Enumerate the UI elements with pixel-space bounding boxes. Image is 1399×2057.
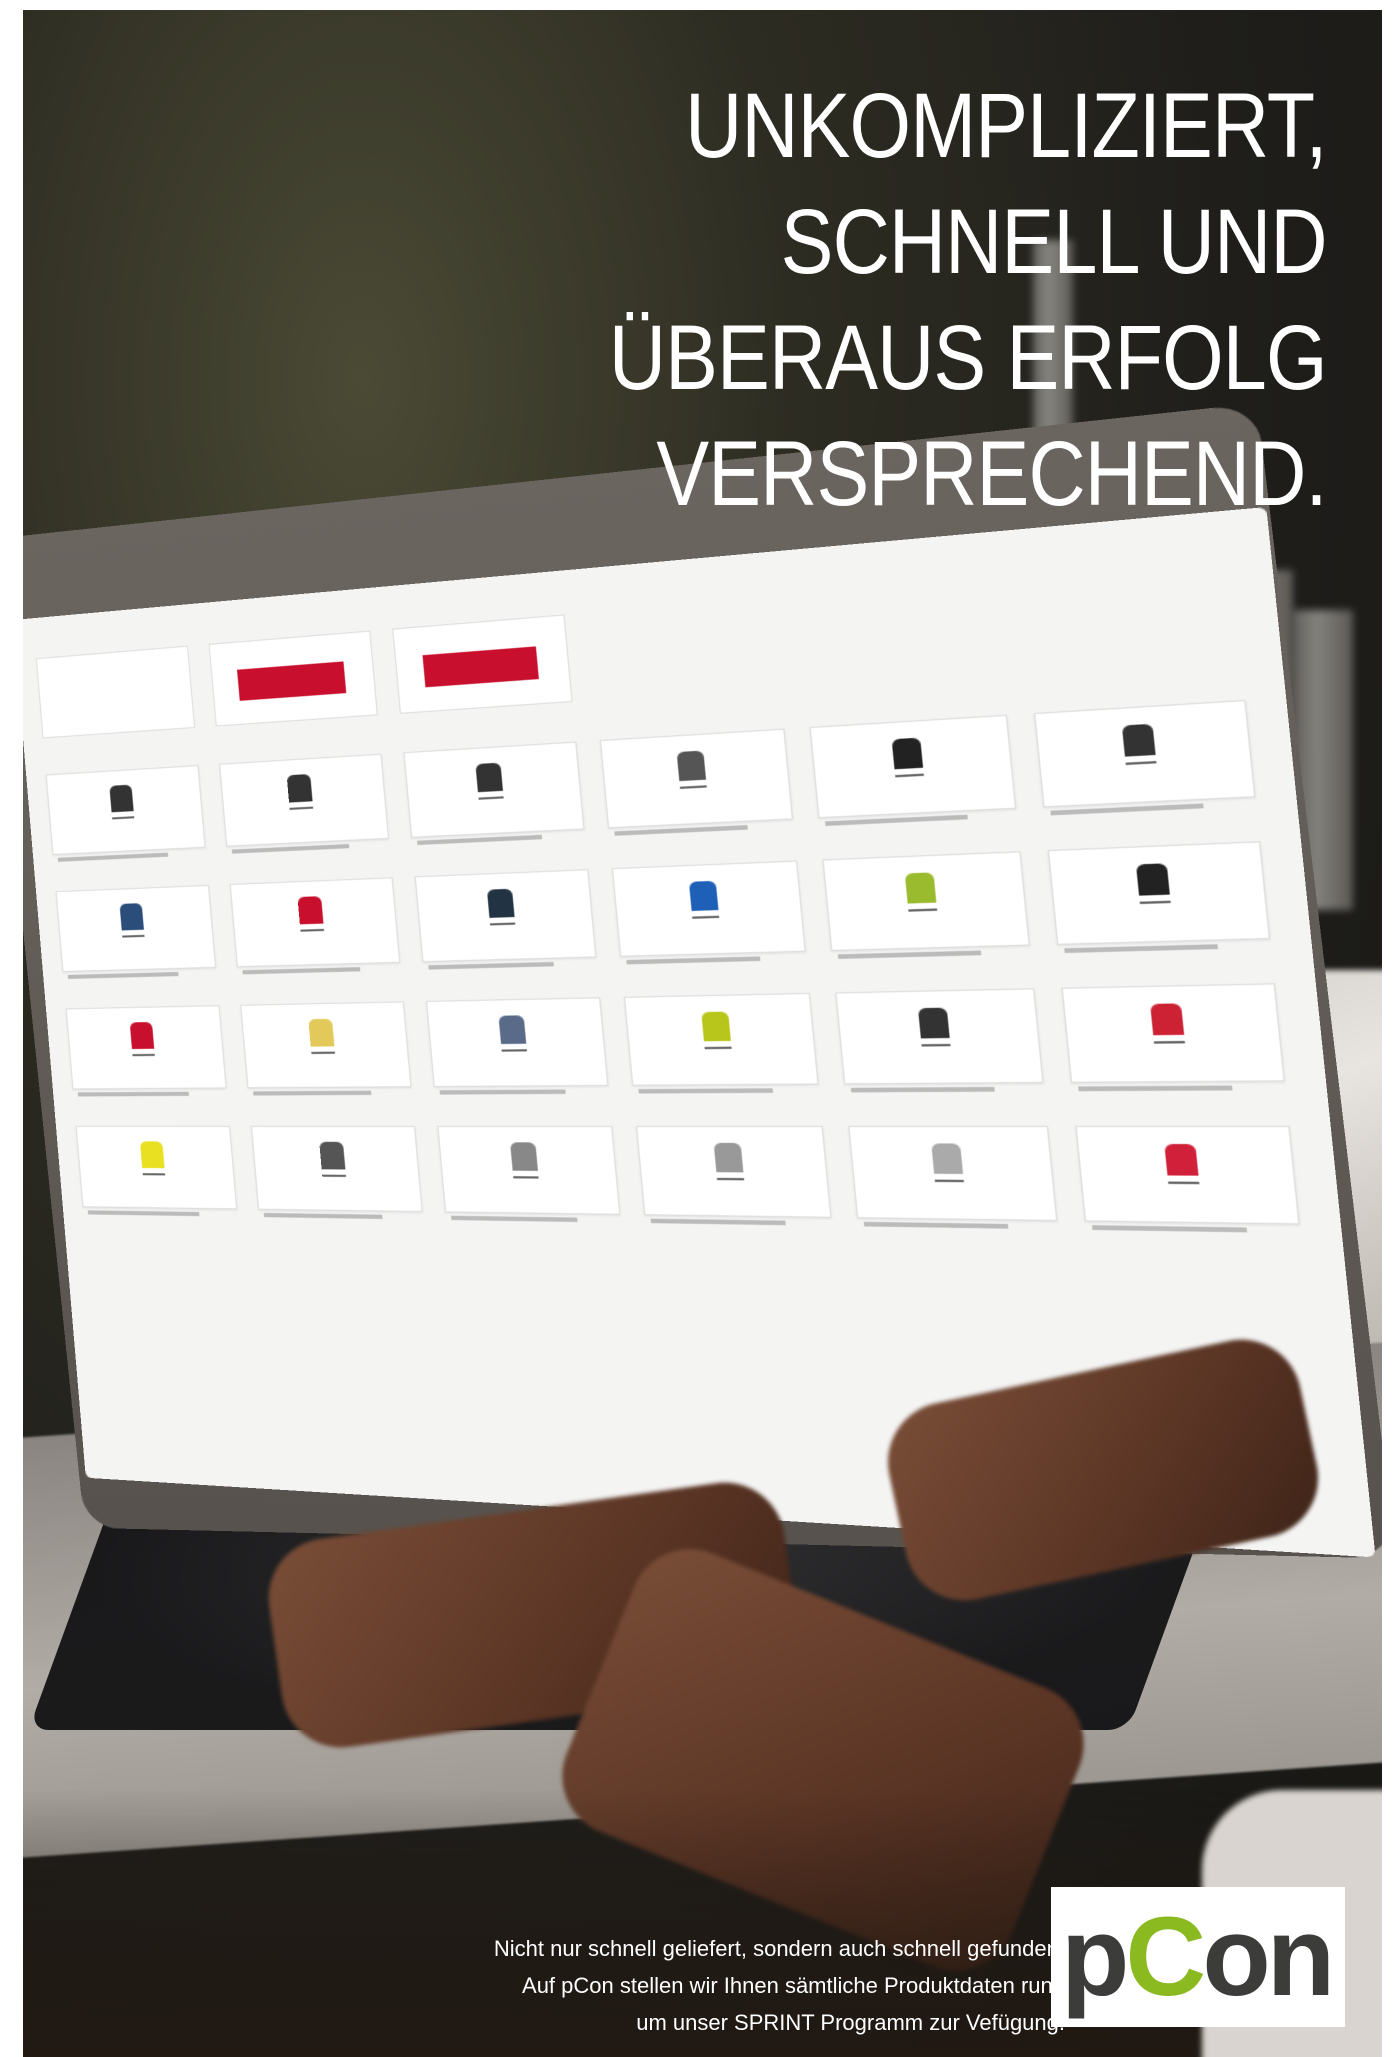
- pcon-logo-p: p: [1061, 1894, 1125, 2019]
- product-caption: [417, 835, 542, 845]
- product-caption: [614, 825, 748, 836]
- product-caption: [838, 951, 981, 959]
- product-tile: [1061, 983, 1285, 1083]
- product-caption: [451, 1216, 578, 1222]
- product-tile: [1034, 700, 1256, 808]
- product-tile: [219, 754, 389, 847]
- product-tile: [46, 765, 206, 855]
- headline-line: SCHNELL UND: [609, 184, 1327, 300]
- product-caption: [626, 956, 760, 964]
- product-tile: [426, 997, 608, 1087]
- brand-logo-tile: [209, 630, 378, 726]
- product-caption: [242, 967, 360, 974]
- product-tile: [848, 1126, 1057, 1221]
- brand-logo-tile: [36, 646, 195, 739]
- chair-thumbnail: [701, 1012, 733, 1062]
- product-tile: [230, 877, 401, 967]
- product-tile: [56, 885, 216, 972]
- product-tile: [437, 1126, 620, 1215]
- product-caption: [440, 1090, 566, 1095]
- chair-thumbnail: [892, 738, 926, 791]
- chair-thumbnail: [498, 1015, 528, 1063]
- caption-line: Nicht nur schnell geliefert, sondern auc…: [494, 1930, 1065, 1967]
- chair-thumbnail: [677, 751, 708, 802]
- product-tile: [809, 715, 1016, 819]
- product-caption: [638, 1088, 773, 1093]
- headline: UNKOMPLIZIERT, SCHNELL UND ÜBERAUS ERFOL…: [609, 68, 1327, 532]
- product-caption: [88, 1210, 200, 1216]
- pcon-logo: pCon: [1051, 1887, 1345, 2027]
- caption-text: Nicht nur schnell geliefert, sondern auc…: [494, 1930, 1065, 2041]
- headline-line: ÜBERAUS ERFOLG: [609, 300, 1327, 416]
- product-tile: [1075, 1126, 1300, 1225]
- product-caption: [1092, 1225, 1247, 1232]
- chair-thumbnail: [689, 881, 721, 931]
- product-caption: [651, 1219, 786, 1226]
- headline-line: UNKOMPLIZIERT,: [609, 68, 1327, 184]
- product-tile: [251, 1126, 423, 1212]
- product-tile: [403, 742, 584, 838]
- product-caption: [428, 962, 554, 970]
- chair-thumbnail: [308, 1019, 336, 1066]
- brand-badge: [237, 661, 346, 700]
- chair-thumbnail: [109, 785, 135, 831]
- chair-thumbnail: [475, 763, 504, 812]
- chair-thumbnail: [119, 903, 145, 949]
- product-caption: [78, 1092, 189, 1097]
- product-caption: [253, 1091, 371, 1096]
- chair-thumbnail: [918, 1008, 952, 1060]
- chair-thumbnail: [140, 1141, 166, 1186]
- chair-thumbnail: [130, 1022, 156, 1067]
- chair-thumbnail: [319, 1142, 347, 1189]
- pcon-logo-wordmark: pCon: [1061, 1893, 1331, 2021]
- product-tile: [636, 1126, 832, 1218]
- product-tile: [240, 1001, 411, 1088]
- product-caption: [851, 1087, 995, 1092]
- sprint-logo-tile: [392, 614, 572, 713]
- product-caption: [1078, 1086, 1232, 1092]
- chair-thumbnail: [905, 872, 939, 924]
- product-caption: [1064, 944, 1218, 953]
- chair-thumbnail: [1150, 1003, 1186, 1057]
- sprint-badge: [423, 646, 539, 687]
- pcon-logo-c: C: [1125, 1894, 1202, 2019]
- product-tile: [612, 860, 806, 956]
- product-tile: [415, 869, 597, 962]
- headline-line: VERSPRECHEND.: [609, 416, 1327, 532]
- product-tile: [1048, 841, 1271, 945]
- product-caption: [68, 972, 179, 979]
- chair-thumbnail: [1122, 724, 1158, 778]
- chair-thumbnail: [1164, 1144, 1200, 1198]
- product-tile: [66, 1005, 227, 1089]
- caption-line: Auf pCon stellen wir Ihnen sämtliche Pro…: [494, 1967, 1065, 2004]
- product-caption: [825, 815, 968, 826]
- product-caption: [1050, 803, 1203, 815]
- pcon-logo-on: on: [1202, 1894, 1331, 2019]
- product-tile: [835, 988, 1044, 1084]
- product-tile: [624, 993, 819, 1086]
- product-caption: [232, 844, 349, 854]
- product-tile: [822, 851, 1030, 951]
- chair-thumbnail: [1136, 863, 1172, 917]
- chair-thumbnail: [714, 1143, 746, 1193]
- advertisement-page: UNKOMPLIZIERT, SCHNELL UND ÜBERAUS ERFOL…: [23, 10, 1382, 2057]
- chair-thumbnail: [931, 1143, 965, 1195]
- product-tile: [600, 729, 793, 829]
- chair-thumbnail: [487, 889, 517, 938]
- caption-line: um unser SPRINT Programm zur Vefügung.: [494, 2004, 1065, 2041]
- product-caption: [58, 853, 168, 862]
- chair-thumbnail: [287, 774, 315, 822]
- chair-thumbnail: [297, 896, 325, 943]
- product-tile: [76, 1126, 238, 1210]
- product-caption: [264, 1213, 383, 1219]
- chair-thumbnail: [510, 1142, 540, 1190]
- product-caption: [864, 1222, 1009, 1229]
- product-grid: [36, 559, 1297, 1224]
